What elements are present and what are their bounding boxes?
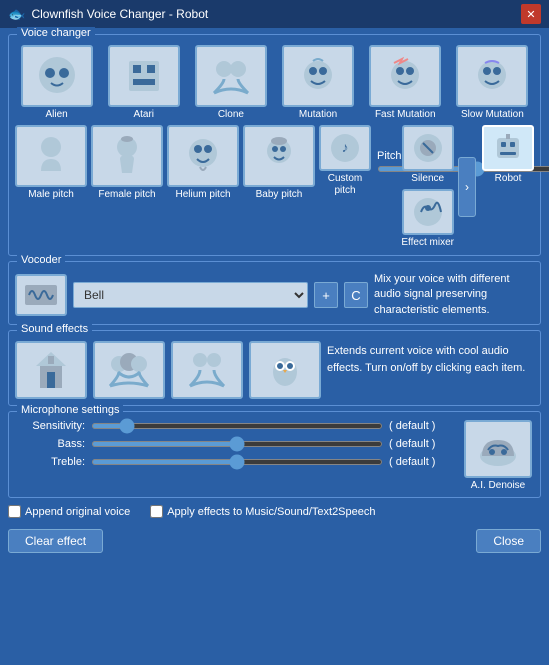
sound-item-church[interactable] — [15, 341, 87, 399]
sound-effects-label: Sound effects — [17, 323, 92, 335]
voice-grid-top: Alien Atari Clone Mutation — [15, 45, 534, 121]
mic-treble-label: Treble: — [15, 456, 85, 468]
append-original-checkbox[interactable] — [8, 505, 21, 518]
voice-thumb-robot — [482, 125, 534, 171]
mic-sensitivity-label: Sensitivity: — [15, 420, 85, 432]
voice-thumb-mutation — [282, 45, 354, 107]
voice-thumb-male-pitch — [15, 125, 87, 187]
mic-treble-row: Treble: ( default ) — [15, 456, 454, 468]
sound-item-people[interactable] — [171, 341, 243, 399]
voice-label-robot: Robot — [495, 173, 522, 185]
voice-item-slow-mutation[interactable]: Slow Mutation — [451, 45, 534, 121]
voice-label-mutation: Mutation — [299, 109, 337, 121]
voice-thumb-baby-pitch — [243, 125, 315, 187]
append-original-label[interactable]: Append original voice — [8, 505, 130, 518]
voice-thumb-custom-pitch[interactable]: ♪ — [319, 125, 371, 171]
sound-effects-description: Extends current voice with cool audio ef… — [327, 341, 534, 376]
voice-label-effect-mixer: Effect mixer — [401, 237, 454, 249]
title-bar: 🐟 Clownfish Voice Changer - Robot ✕ — [0, 0, 549, 28]
voice-label-clone: Clone — [218, 109, 244, 121]
ai-denoise-label: A.I. Denoise — [471, 480, 525, 491]
sound-item-owl[interactable] — [249, 341, 321, 399]
apply-effects-text: Apply effects to Music/Sound/Text2Speech — [167, 506, 375, 518]
apply-effects-label[interactable]: Apply effects to Music/Sound/Text2Speech — [150, 505, 375, 518]
voice-thumb-silence — [402, 125, 454, 171]
mic-treble-slider[interactable] — [91, 459, 383, 465]
voice-item-atari[interactable]: Atari — [102, 45, 185, 121]
vocoder-add-button[interactable]: + — [314, 282, 338, 308]
sound-effects-grid: Extends current voice with cool audio ef… — [15, 341, 534, 399]
vocoder-select[interactable]: Bell Flute Guitar Piano — [73, 282, 308, 308]
voice-label-custom-pitch: Custom pitch — [319, 173, 371, 197]
voice-item-baby-pitch[interactable]: Baby pitch — [243, 125, 315, 201]
ai-denoise-button[interactable] — [464, 420, 532, 478]
vocoder-description: Mix your voice with different audio sign… — [374, 272, 534, 318]
app-icon: 🐟 — [8, 6, 25, 23]
vocoder-icon — [15, 274, 67, 316]
voice-item-mutation[interactable]: Mutation — [276, 45, 359, 121]
sound-item-crowd[interactable] — [93, 341, 165, 399]
voice-thumb-slow-mutation — [456, 45, 528, 107]
vocoder-clear-button[interactable]: C — [344, 282, 368, 308]
voice-item-fast-mutation[interactable]: Fast Mutation — [364, 45, 447, 121]
mic-sensitivity-row: Sensitivity: ( default ) — [15, 420, 454, 432]
action-bar: Clear effect Close — [8, 529, 541, 553]
voice-thumb-helium-pitch — [167, 125, 239, 187]
voice-item-helium-pitch[interactable]: Helium pitch — [167, 125, 239, 201]
clear-effect-button[interactable]: Clear effect — [8, 529, 103, 553]
voice-item-clone[interactable]: Clone — [189, 45, 272, 121]
mic-treble-default: ( default ) — [389, 456, 454, 468]
ai-denoise-box: A.I. Denoise — [462, 420, 534, 491]
title-bar-left: 🐟 Clownfish Voice Changer - Robot — [8, 6, 208, 23]
voice-label-baby-pitch: Baby pitch — [256, 189, 303, 201]
voice-item-robot[interactable]: Robot — [482, 125, 534, 185]
window-title: Clownfish Voice Changer - Robot — [31, 7, 208, 21]
voice-label-silence: Silence — [411, 173, 444, 185]
voice-label-helium-pitch: Helium pitch — [175, 189, 230, 201]
voice-item-silence[interactable]: Silence — [401, 125, 454, 185]
svg-text:♪: ♪ — [342, 139, 349, 155]
vocoder-label: Vocoder — [17, 254, 65, 266]
append-original-text: Append original voice — [25, 506, 130, 518]
voice-thumb-fast-mutation — [369, 45, 441, 107]
vocoder-row: Bell Flute Guitar Piano + C Mix your voi… — [15, 272, 534, 318]
voice-changer-label: Voice changer — [17, 27, 95, 39]
mic-settings-group: Microphone settings Sensitivity: ( defau… — [8, 411, 541, 498]
bottom-options: Append original voice Apply effects to M… — [8, 503, 541, 520]
close-button[interactable]: ✕ — [521, 4, 541, 24]
mic-bass-slider[interactable] — [91, 441, 383, 447]
voice-label-fast-mutation: Fast Mutation — [375, 109, 436, 121]
voice-label-female-pitch: Female pitch — [98, 189, 155, 201]
vocoder-group: Vocoder Bell Flute Guitar Piano + C Mix … — [8, 261, 541, 325]
voice-label-male-pitch: Male pitch — [28, 189, 74, 201]
voice-thumb-clone — [195, 45, 267, 107]
voice-item-female-pitch[interactable]: Female pitch — [91, 125, 163, 201]
apply-effects-checkbox[interactable] — [150, 505, 163, 518]
voice-changer-group: Voice changer Alien Atari — [8, 34, 541, 256]
main-content: Voice changer Alien Atari — [0, 28, 549, 665]
voice-label-atari: Atari — [133, 109, 154, 121]
voice-thumb-alien — [21, 45, 93, 107]
close-button-main[interactable]: Close — [476, 529, 541, 553]
voice-thumb-female-pitch — [91, 125, 163, 187]
voice-label-slow-mutation: Slow Mutation — [461, 109, 524, 121]
voice-thumb-effect-mixer — [402, 189, 454, 235]
voice-item-male-pitch[interactable]: Male pitch — [15, 125, 87, 201]
voice-item-effect-mixer[interactable]: Effect mixer — [401, 189, 454, 249]
mic-bass-default: ( default ) — [389, 438, 454, 450]
voice-item-alien[interactable]: Alien — [15, 45, 98, 121]
mic-bass-row: Bass: ( default ) — [15, 438, 454, 450]
voice-label-alien: Alien — [45, 109, 67, 121]
mic-settings-label: Microphone settings — [17, 404, 123, 416]
sound-effects-group: Sound effects Extends current voice with… — [8, 330, 541, 406]
mic-sensitivity-slider[interactable] — [91, 423, 383, 429]
scroll-arrow-button[interactable]: › — [458, 157, 476, 217]
mic-bass-label: Bass: — [15, 438, 85, 450]
voice-thumb-atari — [108, 45, 180, 107]
mic-sensitivity-default: ( default ) — [389, 420, 454, 432]
